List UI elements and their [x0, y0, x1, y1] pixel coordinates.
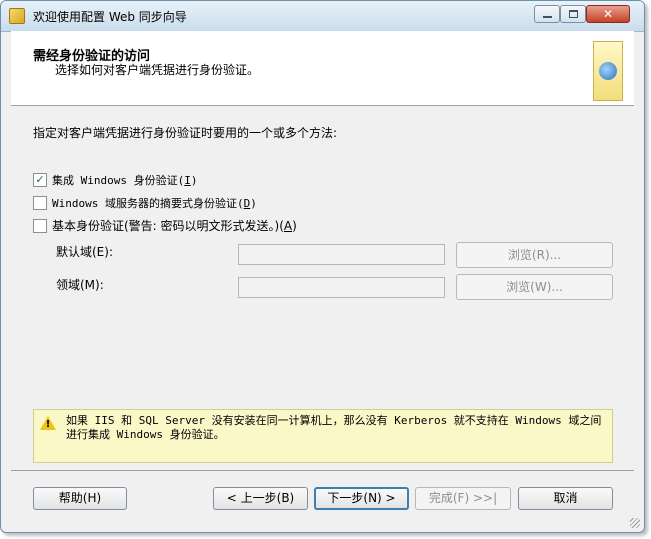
close-icon: ✕ [602, 7, 614, 21]
instruction-text: 指定对客户端凭据进行身份验证时要用的一个或多个方法: [33, 126, 338, 140]
basic-auth-option[interactable]: 基本身份验证(警告: 密码以明文形式发送。)(A) [33, 218, 297, 234]
realm-label: 领域(M): [56, 278, 104, 292]
close-button[interactable]: ✕ [586, 5, 630, 23]
wizard-body: 指定对客户端凭据进行身份验证时要用的一个或多个方法: ✓ 集成 Windows 身… [11, 106, 634, 464]
footer-divider [11, 470, 634, 471]
minimize-button[interactable] [534, 5, 560, 23]
maximize-icon [569, 10, 578, 18]
back-button[interactable]: < 上一步(B) [213, 487, 308, 510]
page-subtitle: 选择如何对客户端凭据进行身份验证。 [55, 63, 260, 77]
basic-auth-label: 基本身份验证(警告: 密码以明文形式发送。)(A) [52, 219, 297, 233]
digest-auth-checkbox[interactable] [33, 195, 47, 210]
wizard-header: 需经身份验证的访问 选择如何对客户端凭据进行身份验证。 [11, 31, 634, 106]
globe-icon [599, 62, 617, 80]
app-icon [9, 8, 25, 24]
warning-icon-mark: ! [45, 419, 51, 430]
window-title: 欢迎使用配置 Web 同步向导 [33, 10, 187, 24]
title-bar[interactable]: 欢迎使用配置 Web 同步向导 ✕ [1, 1, 644, 32]
finish-button[interactable]: 完成(F) >>| [415, 487, 511, 510]
browse-default-domain-button[interactable]: 浏览(R)... [456, 242, 613, 268]
browse-realm-button[interactable]: 浏览(W)... [456, 274, 613, 300]
web-sync-icon [593, 41, 623, 101]
default-domain-input[interactable] [238, 244, 445, 265]
warning-text: 如果 IIS 和 SQL Server 没有安装在同一计算机上，那么没有 Ker… [66, 414, 602, 441]
warning-panel: ! 如果 IIS 和 SQL Server 没有安装在同一计算机上，那么没有 K… [33, 409, 613, 463]
minimize-icon [543, 16, 552, 18]
realm-input[interactable] [238, 277, 445, 298]
wizard-window: 欢迎使用配置 Web 同步向导 ✕ 需经身份验证的访问 选择如何对客户端凭据进行… [0, 0, 645, 533]
integrated-windows-auth-checkbox[interactable]: ✓ [33, 172, 47, 187]
integrated-windows-auth-label: 集成 Windows 身份验证(I) [52, 174, 198, 187]
cancel-button[interactable]: 取消 [518, 487, 613, 510]
digest-auth-label: Windows 域服务器的摘要式身份验证(D) [52, 197, 257, 210]
resize-grip-icon[interactable] [630, 518, 640, 528]
digest-auth-option[interactable]: Windows 域服务器的摘要式身份验证(D) [33, 195, 257, 211]
help-button[interactable]: 帮助(H) [33, 487, 127, 510]
basic-auth-checkbox[interactable] [33, 218, 47, 233]
maximize-button[interactable] [560, 5, 586, 23]
default-domain-label: 默认域(E): [56, 245, 113, 259]
next-button[interactable]: 下一步(N) > [314, 487, 409, 510]
integrated-windows-auth-option[interactable]: ✓ 集成 Windows 身份验证(I) [33, 172, 197, 188]
